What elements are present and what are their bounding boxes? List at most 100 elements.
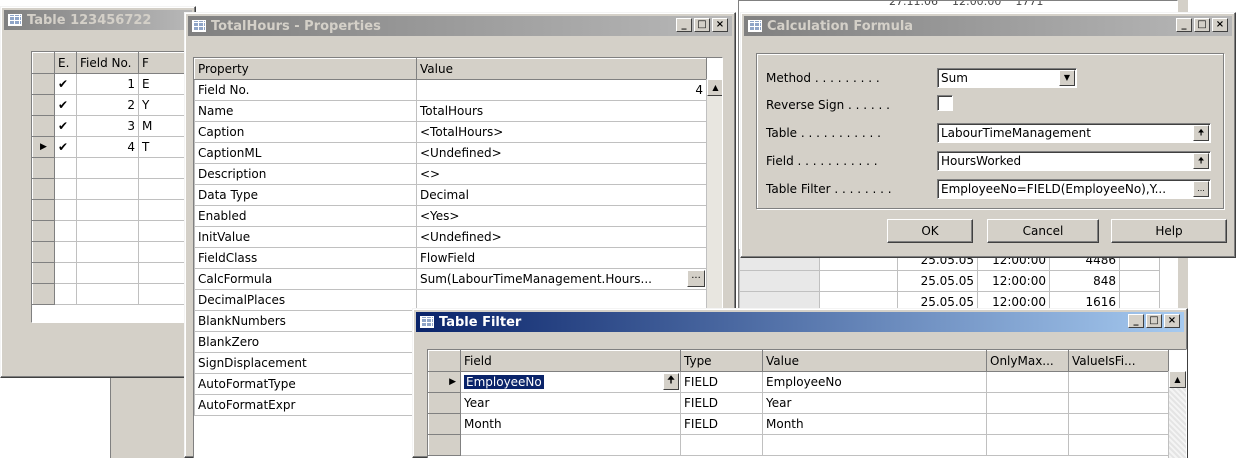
row-selector[interactable] [32, 73, 55, 95]
enabled-check[interactable]: ✔ [54, 73, 77, 95]
row-selector[interactable] [32, 157, 55, 179]
empty-cell[interactable] [819, 270, 898, 292]
property-value[interactable]: FlowField [416, 247, 707, 269]
property-row[interactable]: InitValue <Undefined> [194, 226, 707, 248]
field-lookup-button[interactable]: 🠉 [663, 373, 679, 390]
row-selector[interactable] [32, 241, 55, 263]
property-row[interactable]: Caption <TotalHours> [194, 121, 707, 143]
empty-cell[interactable] [76, 262, 139, 284]
property-value[interactable]: Sum(LabourTimeManagement.Hours...... [416, 268, 707, 290]
table-row[interactable] [32, 199, 198, 221]
empty-cell[interactable] [54, 241, 77, 263]
minimize-button[interactable]: _ [1176, 18, 1192, 32]
field-no-cell[interactable]: 2 [76, 94, 139, 116]
row-selector[interactable] [32, 178, 55, 200]
properties-window-titlebar[interactable]: TotalHours - Properties _ □ × [188, 16, 732, 36]
minimize-button[interactable]: _ [676, 18, 692, 32]
property-row[interactable]: FieldClass FlowField [194, 247, 707, 269]
empty-cell[interactable] [76, 241, 139, 263]
empty-cell[interactable] [1119, 270, 1160, 292]
valueisfilter-cell[interactable] [1068, 392, 1169, 414]
empty-cell[interactable] [54, 283, 77, 305]
type-cell[interactable]: FIELD [680, 392, 763, 414]
row-selector[interactable] [32, 283, 55, 305]
row-selector[interactable] [32, 199, 55, 221]
scroll-up-button[interactable]: ▲ [707, 79, 722, 96]
field-lookup-button[interactable]: 🠉 [1193, 153, 1209, 169]
field-cell[interactable]: Month [460, 413, 681, 435]
time-cell[interactable]: 12:00:00 [977, 270, 1050, 292]
field-cell[interactable]: EmployeeNo 🠉 [460, 371, 681, 393]
table-row[interactable] [32, 283, 198, 305]
col-onlymax[interactable]: OnlyMax... [986, 350, 1069, 372]
filter-row[interactable] [428, 434, 1169, 456]
property-row[interactable]: CalcFormula Sum(LabourTimeManagement.Hou… [194, 268, 707, 290]
filter-window-titlebar[interactable]: Table Filter _ □ × [416, 312, 1184, 332]
row-selector[interactable] [32, 115, 55, 137]
empty-cell[interactable] [986, 434, 1069, 456]
col-valueisfilter[interactable]: ValueIsFi... [1068, 350, 1169, 372]
col-value[interactable]: Value [762, 350, 987, 372]
table-row[interactable] [32, 157, 198, 179]
empty-cell[interactable] [54, 262, 77, 284]
table-row[interactable]: 25.05.05 12:00:00 848 [739, 270, 1160, 292]
method-dropdown-button[interactable]: ▼ [1059, 70, 1075, 86]
row-selector[interactable]: ▶ [32, 136, 55, 158]
table-lookup-button[interactable]: 🠉 [1193, 125, 1209, 141]
row-selector[interactable]: ▶ [428, 371, 461, 393]
row-selector[interactable] [428, 392, 461, 414]
value-cell[interactable]: Month [762, 413, 987, 435]
maximize-button[interactable]: □ [1194, 18, 1210, 32]
field-no-cell[interactable]: 1 [76, 73, 139, 95]
empty-cell[interactable] [460, 434, 681, 456]
col-type[interactable]: Type [680, 350, 763, 372]
property-value[interactable]: <Yes> [416, 205, 707, 227]
property-row[interactable]: Name TotalHours [194, 100, 707, 122]
close-button[interactable]: × [1212, 18, 1228, 32]
table-fields-grid[interactable]: E. Field No. F ✔ 1 E ✔ 2 Y ✔ 3 M ▶ ✔ 4 T [31, 51, 198, 323]
scroll-up-button[interactable]: ▲ [1169, 371, 1186, 388]
empty-cell[interactable] [76, 283, 139, 305]
col-value[interactable]: Value [416, 58, 707, 80]
enabled-check[interactable]: ✔ [54, 115, 77, 137]
table-row[interactable] [32, 220, 198, 242]
table-field[interactable]: LabourTimeManagement 🠉 [937, 123, 1211, 143]
date-cell[interactable]: 25.05.05 [897, 270, 978, 292]
value-cell[interactable]: Year [762, 392, 987, 414]
row-selector[interactable] [32, 94, 55, 116]
minimize-button[interactable]: _ [1128, 314, 1144, 328]
maximize-button[interactable]: □ [1146, 314, 1162, 328]
assist-edit-button[interactable]: ... [687, 270, 705, 287]
row-selector[interactable] [32, 262, 55, 284]
valueisfilter-cell[interactable] [1068, 413, 1169, 435]
filter-row[interactable]: Year FIELD Year [428, 392, 1169, 414]
field-cell[interactable]: Year [460, 392, 681, 414]
empty-cell[interactable] [76, 157, 139, 179]
value-cell[interactable]: EmployeeNo [762, 371, 987, 393]
property-value[interactable]: TotalHours [416, 100, 707, 122]
filter-row[interactable]: Month FIELD Month [428, 413, 1169, 435]
table-row[interactable] [32, 262, 198, 284]
empty-cell[interactable] [76, 199, 139, 221]
cancel-button[interactable]: Cancel [987, 219, 1099, 243]
empty-cell[interactable] [76, 220, 139, 242]
col-property[interactable]: Property [194, 58, 417, 80]
close-button[interactable]: × [712, 18, 728, 32]
onlymax-cell[interactable] [986, 413, 1069, 435]
table-filter-assist-button[interactable]: ... [1193, 181, 1209, 197]
property-row[interactable]: Description <> [194, 163, 707, 185]
onlymax-cell[interactable] [986, 371, 1069, 393]
table-row[interactable] [32, 241, 198, 263]
property-value[interactable]: Decimal [416, 184, 707, 206]
ok-button[interactable]: OK [887, 219, 973, 243]
empty-cell[interactable] [762, 434, 987, 456]
row-selector[interactable] [428, 434, 461, 456]
maximize-button[interactable]: □ [694, 18, 710, 32]
empty-cell[interactable] [54, 199, 77, 221]
close-button[interactable]: × [1164, 314, 1180, 328]
table-window-titlebar[interactable]: Table 123456722 [4, 10, 192, 30]
col-field[interactable]: Field [460, 350, 681, 372]
filter-row[interactable]: ▶ EmployeeNo 🠉 FIELD EmployeeNo [428, 371, 1169, 393]
type-cell[interactable]: FIELD [680, 371, 763, 393]
empty-cell[interactable] [680, 434, 763, 456]
